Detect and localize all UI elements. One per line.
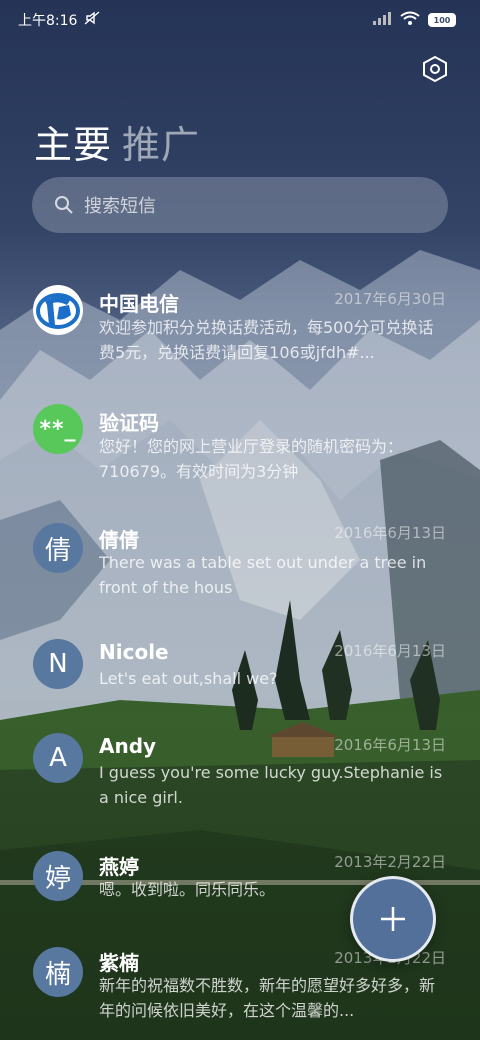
contact-avatar: 婷 <box>33 851 83 901</box>
conversation-name: 燕婷 <box>99 855 139 879</box>
wifi-icon <box>400 11 420 29</box>
conversation-date: 2016年6月13日 <box>334 524 446 542</box>
conversation-date: 2016年6月13日 <box>334 736 446 754</box>
signal-icon <box>372 11 392 29</box>
conversation-name: 验证码 <box>99 411 159 435</box>
search-placeholder: 搜索短信 <box>84 196 156 217</box>
settings-hexagon-icon <box>423 55 447 83</box>
conversation-date: 2017年6月30日 <box>334 290 446 308</box>
contact-avatar: N <box>33 639 83 689</box>
conversation-item[interactable]: 倩 倩倩 2016年6月13日 There was a table set ou… <box>0 520 480 620</box>
mute-icon <box>83 10 101 30</box>
conversation-name: Andy <box>99 734 157 758</box>
status-bar: 上午8:16 100 <box>0 0 480 40</box>
verification-code-avatar: **_ <box>33 404 83 454</box>
conversation-name: 中国电信 <box>99 292 179 316</box>
status-time: 上午8:16 <box>18 13 78 29</box>
conversation-name: 倩倩 <box>99 528 139 552</box>
contact-avatar: A <box>33 733 83 783</box>
conversation-item[interactable]: 中国电信 2017年6月30日 欢迎参加积分兑换话费活动，每500分可兑换话费5… <box>0 282 480 382</box>
conversation-preview: 欢迎参加积分兑换话费活动，每500分可兑换话费5元，兑换话费请回复106或jfd… <box>99 318 434 362</box>
conversation-preview: 您好！您的网上营业厅登录的随机密码为：710679。有效时间为3分钟 <box>99 437 404 481</box>
tab-main[interactable]: 主要 <box>34 114 112 169</box>
conversation-preview: Let's eat out,shall we? <box>99 669 278 688</box>
telecom-logo-icon <box>33 285 83 335</box>
tab-promotions[interactable]: 推广 <box>122 114 200 169</box>
conversation-name: Nicole <box>99 640 169 664</box>
search-icon <box>55 196 73 214</box>
search-bar[interactable]: 搜索短信 <box>32 177 448 233</box>
conversation-preview: There was a table set out under a tree i… <box>99 553 427 597</box>
contact-avatar: 楠 <box>33 947 83 997</box>
tab-bar: 主要 推广 <box>34 114 200 169</box>
conversation-name: 紫楠 <box>99 951 139 975</box>
new-message-button[interactable] <box>350 876 436 962</box>
plus-icon <box>381 907 405 931</box>
conversation-preview: I guess you're some lucky guy.Stephanie … <box>99 763 443 807</box>
conversation-date: 2016年6月13日 <box>334 642 446 660</box>
battery-icon: 100 <box>428 13 456 27</box>
conversation-date: 2013年2月22日 <box>334 853 446 871</box>
conversation-preview: 新年的祝福数不胜数，新年的愿望好多好多，新年的问候依旧美好，在这个温馨的... <box>99 976 436 1020</box>
conversation-item[interactable]: A Andy 2016年6月13日 I guess you're some lu… <box>0 730 480 830</box>
contact-avatar: 倩 <box>33 523 83 573</box>
settings-button[interactable] <box>420 54 450 84</box>
conversation-item[interactable]: N Nicole 2016年6月13日 Let's eat out,shall … <box>0 636 480 736</box>
conversation-item[interactable]: **_ 验证码 您好！您的网上营业厅登录的随机密码为：710679。有效时间为3… <box>0 401 480 501</box>
